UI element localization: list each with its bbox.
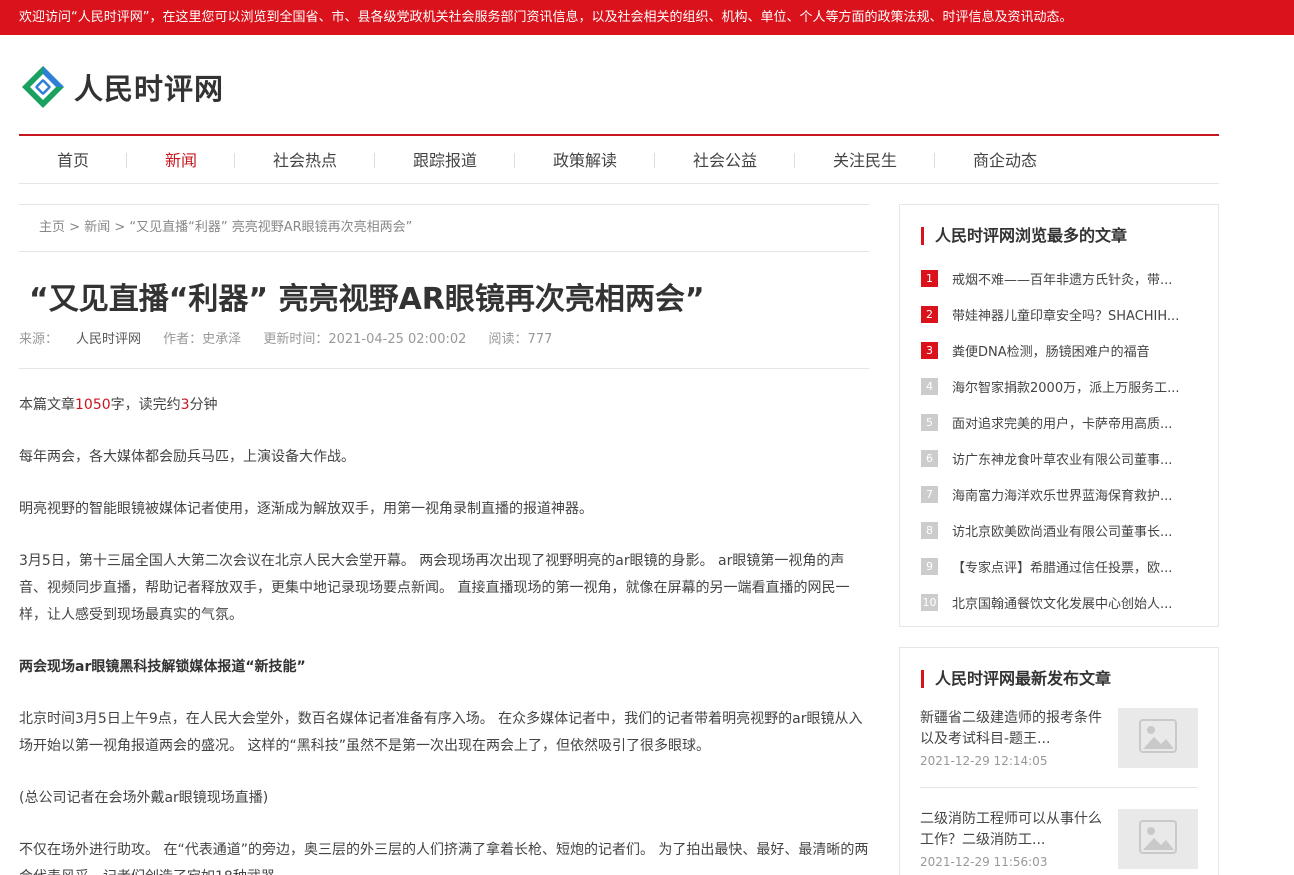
list-item[interactable]: 新疆省二级建造师的报考条件以及考试科目-题王... 2021-12-29 12:… [920, 708, 1198, 778]
article-link[interactable]: 二级消防工程师可以从事什么工作？二级消防工... [920, 809, 1104, 851]
list-item[interactable]: 4 海尔智家捐款2000万，派上万服务工... [900, 368, 1218, 404]
popular-list: 1 戒烟不难——百年非遗方氏针灸，带... 2 带娃神器儿童印章安全吗？SHACHI… [900, 260, 1218, 620]
article-date: 2021-12-29 12:14:05 [920, 754, 1048, 768]
nav-item-hot-topics[interactable]: 社会热点 [235, 137, 375, 184]
popular-title: 人民时评网浏览最多的文章 [921, 227, 1218, 245]
article-link[interactable]: 访广东神龙食叶草农业有限公司董事... [952, 449, 1197, 468]
latest-articles-panel: 人民时评网最新发布文章 新疆省二级建造师的报考条件以及考试科目-题王... 20… [899, 647, 1219, 875]
reading-summary: 本篇文章1050字，读完约3分钟 [19, 392, 869, 419]
breadcrumb-home[interactable]: 主页 [39, 220, 65, 235]
paragraph: 北京时间3月5日上午9点，在人民大会堂外，数百名媒体记者准备有序入场。 在众多媒… [19, 711, 863, 754]
article-title: “又见直播“利器” 亮亮视野AR眼镜再次亮相两会” [29, 282, 705, 317]
rank-badge: 10 [921, 593, 938, 611]
rank-badge: 5 [921, 413, 938, 431]
rank-badge: 8 [921, 521, 938, 539]
breadcrumb-separator: > [65, 220, 85, 235]
image-placeholder-icon [1139, 820, 1177, 858]
rank-badge: 9 [921, 557, 938, 575]
list-item[interactable]: 9 【专家点评】希腊通过信任投票，欧... [900, 548, 1218, 584]
list-item[interactable]: 10 北京国翰通餐饮文化发展中心创始人... [900, 584, 1218, 620]
article-link[interactable]: 戒烟不难——百年非遗方氏针灸，带... [952, 269, 1197, 288]
read-minutes: 3 [180, 397, 190, 413]
paragraph: 不仅在场外进行助攻。 在“代表通道”的旁边，奥三层的外三层的人们挤满了拿着长枪、… [19, 842, 869, 875]
article-source: 来源： 人民时评网 [19, 332, 141, 347]
article-link[interactable]: 粪便DNA检测，肠镜困难户的福音 [952, 341, 1197, 360]
article-link[interactable]: 北京国翰通餐饮文化发展中心创始人... [952, 593, 1197, 612]
list-item[interactable]: 7 海南富力海洋欢乐世界蓝海保育救护... [900, 476, 1218, 512]
breadcrumb-current: “又见直播“利器” 亮亮视野AR眼镜再次亮相两会” [129, 220, 413, 235]
breadcrumb-news[interactable]: 新闻 [84, 220, 110, 235]
nav-item-tracking[interactable]: 跟踪报道 [375, 137, 515, 184]
nav-item-business[interactable]: 商企动态 [935, 137, 1075, 184]
breadcrumb-separator: > [110, 220, 130, 235]
nav-item-livelihood[interactable]: 关注民生 [795, 137, 935, 184]
list-item[interactable]: 3 粪便DNA检测，肠镜困难户的福音 [900, 332, 1218, 368]
paragraph: 3月5日，第十三届全国人大第二次会议在北京人民大会堂开幕。 两会现场再次出现了视… [19, 553, 850, 623]
popular-articles-panel: 人民时评网浏览最多的文章 1 戒烟不难——百年非遗方氏针灸，带... 2 带娃神器儿… [899, 204, 1219, 627]
main-nav: 首页 新闻 社会热点 跟踪报道 政策解读 社会公益 关注民生 商企动态 [19, 137, 1219, 184]
subheading: 两会现场ar眼镜黑科技解锁媒体报道“新技能” [19, 659, 306, 675]
image-placeholder-icon [1139, 719, 1177, 757]
article-link[interactable]: 海南富力海洋欢乐世界蓝海保育救护... [952, 485, 1197, 504]
list-item[interactable]: 2 带娃神器儿童印章安全吗？SHACHIH... [900, 296, 1218, 332]
rank-badge: 7 [921, 485, 938, 503]
nav-item-home[interactable]: 首页 [19, 137, 127, 184]
source-link[interactable]: 人民时评网 [76, 332, 141, 347]
image-caption: (总公司记者在会场外戴ar眼镜现场直播) [19, 790, 269, 806]
nav-item-policy[interactable]: 政策解读 [515, 137, 655, 184]
list-item[interactable]: 8 访北京欧美欧尚酒业有限公司董事长... [900, 512, 1218, 548]
article-link[interactable]: 新疆省二级建造师的报考条件以及考试科目-题王... [920, 708, 1104, 750]
latest-title: 人民时评网最新发布文章 [921, 670, 1218, 688]
nav-item-welfare[interactable]: 社会公益 [655, 137, 795, 184]
logo-icon [20, 64, 66, 110]
paragraph: 每年两会，各大媒体都会励兵马匹，上演设备大作战。 [19, 449, 355, 465]
article-meta: 来源： 人民时评网 作者：史承泽 更新时间：2021-04-25 02:00:02… [19, 328, 570, 347]
rank-badge: 4 [921, 377, 938, 395]
rank-badge: 1 [921, 269, 938, 287]
thumbnail[interactable] [1118, 708, 1198, 768]
paragraph: 明亮视野的智能眼镜被媒体记者使用，逐渐成为解放双手，用第一视角录制直播的报道神器… [19, 501, 593, 517]
article-link[interactable]: 访北京欧美欧尚酒业有限公司董事长... [952, 521, 1197, 540]
article-author: 作者：史承泽 [163, 332, 242, 347]
announcement-bar: 欢迎访问“人民时评网”，在这里您可以浏览到全国省、市、县各级党政机关社会服务部门… [0, 0, 1294, 35]
summary-mid: 字，读完约 [110, 397, 181, 413]
rank-badge: 2 [921, 305, 938, 323]
site-logo[interactable]: 人民时评网 [20, 64, 224, 110]
divider [19, 368, 869, 369]
article-date: 2021-12-29 11:56:03 [920, 855, 1048, 869]
nav-item-news[interactable]: 新闻 [127, 137, 235, 184]
article-link[interactable]: 面对追求完美的用户，卡萨帝用高质... [952, 413, 1197, 432]
rank-badge: 6 [921, 449, 938, 467]
article-body: 本篇文章1050字，读完约3分钟 每年两会，各大媒体都会励兵马匹，上演设备大作战… [19, 392, 869, 875]
article-link[interactable]: 【专家点评】希腊通过信任投票，欧... [952, 557, 1197, 576]
article-reads: 阅读：777 [488, 332, 553, 347]
article-link[interactable]: 带娃神器儿童印章安全吗？SHACHIH... [952, 305, 1197, 324]
word-count: 1050 [75, 397, 111, 413]
source-label: 来源： [19, 332, 59, 347]
list-item[interactable]: 二级消防工程师可以从事什么工作？二级消防工... 2021-12-29 11:5… [920, 809, 1198, 875]
list-item[interactable]: 5 面对追求完美的用户，卡萨帝用高质... [900, 404, 1218, 440]
rank-badge: 3 [921, 341, 938, 359]
summary-prefix: 本篇文章 [19, 397, 75, 413]
logo-text: 人民时评网 [74, 72, 225, 106]
summary-suffix: 分钟 [189, 397, 218, 413]
list-item[interactable]: 1 戒烟不难——百年非遗方氏针灸，带... [900, 260, 1218, 296]
thumbnail[interactable] [1118, 809, 1198, 869]
list-item[interactable]: 6 访广东神龙食叶草农业有限公司董事... [900, 440, 1218, 476]
article-link[interactable]: 海尔智家捐款2000万，派上万服务工... [952, 377, 1197, 396]
divider [920, 787, 1198, 788]
breadcrumb: 主页 > 新闻 > “又见直播“利器” 亮亮视野AR眼镜再次亮相两会” [19, 204, 869, 252]
article-updated: 更新时间：2021-04-25 02:00:02 [263, 332, 467, 347]
